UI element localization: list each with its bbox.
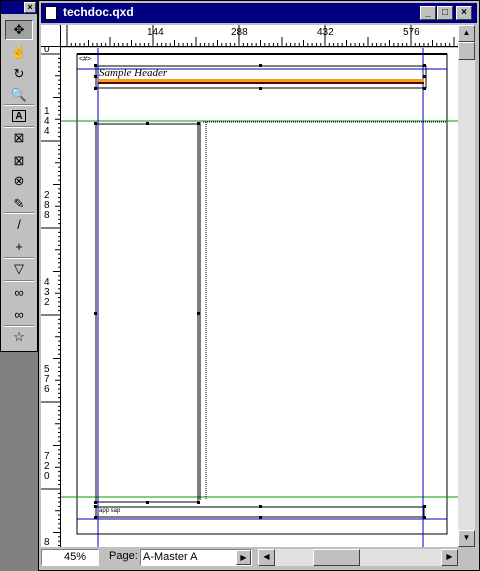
footer-text[interactable]: app sap (99, 508, 120, 514)
v-ruler-label: 2 8 8 (44, 190, 50, 221)
vertical-scrollbar[interactable]: ▲ ▼ (458, 25, 475, 547)
page-selector-value: A-Master A (143, 551, 198, 563)
page-selector-arrow-icon[interactable]: ▶ (236, 550, 251, 565)
v-ruler-label: 7 2 0 (44, 451, 50, 482)
document-icon[interactable] (45, 6, 57, 20)
header-bar-orange (98, 79, 424, 82)
scroll-down-button[interactable]: ▼ (458, 530, 475, 547)
h-ruler-label: 576 (403, 27, 420, 38)
tool-palette: × ✥ ☝ ↻ 🔍 A ⊠ ⊠ ⊗ ✎ / + ▽ ∞ ∞ ☆ (0, 0, 38, 352)
minimize-button[interactable]: _ (420, 6, 436, 20)
linking-tool-icon[interactable]: ∞ (5, 282, 33, 302)
v-ruler-label: 4 3 2 (44, 277, 50, 308)
page-border (76, 53, 448, 535)
h-ruler-label: 432 (317, 27, 334, 38)
scroll-right-button[interactable]: ▶ (441, 549, 458, 566)
h-ruler-label: 288 (231, 27, 248, 38)
header-text[interactable]: Sample Header (99, 67, 167, 79)
scroll-left-button[interactable]: ◀ (258, 549, 275, 566)
document-window: techdoc.qxd _ □ × 144 288 432 576 0 1 4 … (38, 0, 480, 571)
v-ruler-label: 1 4 4 (44, 106, 50, 137)
bezier-picture-box-tool-icon[interactable]: ✎ (5, 194, 33, 214)
oval-picture-box-tool-icon[interactable]: ⊗ (5, 171, 33, 191)
horizontal-ruler-ticks (66, 25, 458, 46)
page-label: Page: (109, 550, 138, 562)
horizontal-scrollbar[interactable]: ◀ ▶ (258, 549, 458, 566)
text-path-tool-icon[interactable]: ▽ (5, 259, 33, 279)
v-ruler-label: 8 (44, 537, 50, 548)
close-button[interactable]: × (456, 6, 472, 20)
picture-box-tool-icon[interactable]: ⊠ (5, 128, 33, 148)
maximize-button[interactable]: □ (437, 6, 453, 20)
rotation-tool-icon[interactable]: ↻ (5, 64, 33, 84)
palette-close-button[interactable]: × (24, 2, 36, 13)
header-bar-dark (98, 82, 424, 84)
h-ruler-label: 144 (147, 27, 164, 38)
v-ruler-label: 0 (44, 47, 50, 55)
text-box-tool-icon[interactable]: A (12, 110, 26, 122)
window-title-bar[interactable]: techdoc.qxd _ □ × (41, 3, 477, 23)
v-ruler-label: 5 7 6 (44, 364, 50, 395)
document-canvas[interactable]: <#> Sample Header app sap (61, 48, 458, 547)
window-title: techdoc.qxd (63, 5, 134, 19)
palette-title-bar[interactable]: × (1, 1, 37, 14)
line-tool-icon[interactable]: / (5, 214, 33, 234)
content-tool-icon[interactable]: ☝ (5, 42, 33, 62)
scroll-up-button[interactable]: ▲ (458, 25, 475, 42)
orthogonal-line-tool-icon[interactable]: + (5, 236, 33, 256)
size-grip[interactable] (458, 549, 475, 566)
zoom-field[interactable]: 45% (41, 549, 99, 566)
horizontal-scroll-thumb[interactable] (313, 549, 360, 566)
vertical-scroll-thumb[interactable] (458, 42, 475, 60)
vertical-ruler[interactable]: 0 1 4 4 2 8 8 4 3 2 5 7 6 7 2 0 8 (41, 47, 61, 547)
item-tool-icon[interactable]: ✥ (5, 20, 33, 40)
horizontal-ruler[interactable]: 144 288 432 576 (61, 25, 458, 47)
star-tool-icon[interactable]: ☆ (5, 327, 33, 347)
ruler-origin[interactable] (41, 25, 61, 47)
page-number-marker: <#> (79, 56, 92, 63)
page-selector[interactable]: A-Master A ▶ (140, 549, 252, 566)
rect-picture-box-tool-icon[interactable]: ⊠ (5, 151, 33, 171)
page-layout (61, 48, 458, 547)
unlinking-tool-icon[interactable]: ∞ (5, 304, 33, 324)
zoom-tool-icon[interactable]: 🔍 (5, 85, 33, 105)
